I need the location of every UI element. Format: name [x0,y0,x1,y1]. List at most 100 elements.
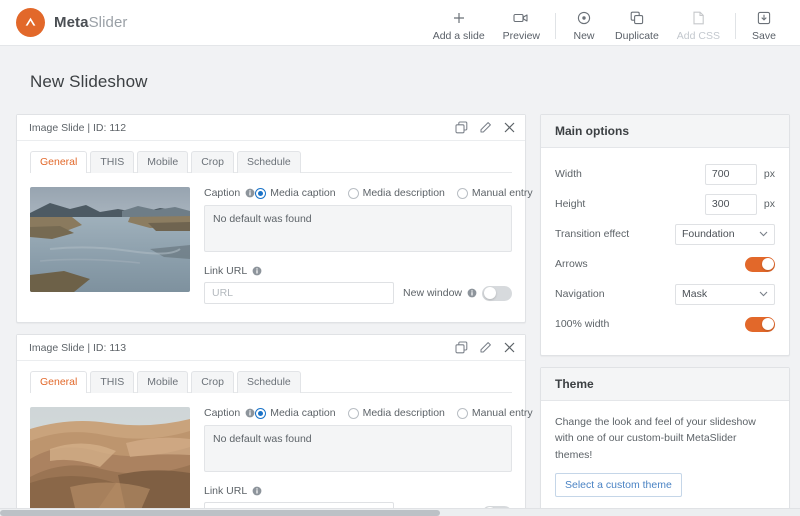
info-icon[interactable] [252,486,262,496]
lake-landscape-thumbnail[interactable] [30,187,190,292]
duplicate-icon[interactable] [455,341,468,354]
new-window-label: New window [403,287,462,299]
tab-this[interactable]: THIS [90,151,135,173]
main-options-body: Width 700 px Height 300 px Transition ef… [541,148,789,355]
arrows-label: Arrows [555,258,588,270]
caption-label-group: Caption [204,187,255,199]
tab-crop[interactable]: Crop [191,371,234,393]
chevron-down-icon [759,288,768,300]
video-camera-icon [513,10,529,27]
tab-mobile[interactable]: Mobile [137,371,189,393]
radio-media-description-label: Media description [362,407,445,419]
caption-label: Caption [204,407,241,419]
caption-row: Caption Media caption Media description … [204,407,533,419]
new-button[interactable]: New [562,10,606,42]
edit-pencil-icon[interactable] [479,341,492,354]
radio-media-description[interactable]: Media description [347,187,445,199]
duplicate-label: Duplicate [615,29,659,42]
width-input[interactable]: 700 [704,163,757,185]
slide-body: Caption Media caption Media description … [17,173,533,322]
brand-name-bold: Meta [54,14,89,31]
slide-header: Image Slide | ID: 113 [17,335,525,361]
link-url-label-group: Link URL [204,265,512,277]
tab-this[interactable]: THIS [90,371,135,393]
scrollbar-thumb[interactable] [0,510,440,516]
arrows-row: Arrows [555,251,775,277]
transition-effect-label: Transition effect [555,228,630,240]
copy-icon [630,10,644,27]
duplicate-icon[interactable] [455,121,468,134]
radio-dot-icon [255,187,267,199]
save-label: Save [752,29,776,42]
radio-dot-icon [347,187,359,199]
slide-fields: Caption Media caption Media description … [204,407,533,516]
link-url-input[interactable]: URL [204,282,395,304]
link-url-label: Link URL [204,485,248,497]
add-a-slide-button[interactable]: Add a slide [424,10,494,42]
radio-media-caption[interactable]: Media caption [255,187,336,199]
caption-source-radios: Media caption Media description Manual e… [255,187,533,199]
radio-media-caption[interactable]: Media caption [255,407,336,419]
navigation-select[interactable]: Mask [675,283,775,305]
radio-manual-entry[interactable]: Manual entry [456,187,533,199]
navigation-label: Navigation [555,288,605,300]
transition-effect-select[interactable]: Foundation [675,223,775,245]
radio-manual-entry[interactable]: Manual entry [456,407,533,419]
radio-media-description[interactable]: Media description [347,407,445,419]
link-url-label-group: Link URL [204,485,512,497]
slide-title: Image Slide | ID: 112 [29,121,127,134]
tab-schedule[interactable]: Schedule [236,371,301,393]
full-width-row: 100% width [555,311,775,337]
info-icon[interactable] [467,288,477,298]
full-width-toggle[interactable] [745,316,775,332]
close-icon[interactable] [503,341,516,354]
arrows-toggle[interactable] [745,256,775,272]
info-icon[interactable] [252,266,262,276]
add-a-slide-label: Add a slide [432,29,485,42]
brand-logo[interactable]: MetaSlider [16,8,128,37]
tab-crop[interactable]: Crop [191,151,234,173]
toolbar-divider-2 [735,12,736,39]
tab-schedule-label: Schedule [246,376,291,388]
height-input[interactable]: 300 [704,193,757,215]
css-document-icon [692,10,705,27]
radio-dot-icon [255,407,267,419]
plus-icon [452,10,466,27]
tab-schedule[interactable]: Schedule [236,151,301,173]
caption-label-group: Caption [204,407,255,419]
radio-manual-entry-label: Manual entry [471,407,533,419]
toolbar-divider-1 [555,12,557,39]
radio-media-description-label: Media description [362,187,445,199]
slide-panel: Image Slide | ID: 113 General THIS Mobil… [16,334,533,516]
chevron-down-icon [759,228,768,240]
brand-name-light: Slider [88,14,128,31]
add-css-button[interactable]: Add CSS [668,10,729,42]
tab-mobile[interactable]: Mobile [137,151,189,173]
edit-pencil-icon[interactable] [479,121,492,134]
info-icon[interactable] [245,188,255,198]
caption-source-radios: Media caption Media description Manual e… [255,407,533,419]
save-button[interactable]: Save [742,10,786,42]
height-row: Height 300 px [555,191,775,217]
close-icon[interactable] [503,121,516,134]
caption-textarea[interactable]: No default was found [204,205,512,252]
slide-fields: Caption Media caption Media description … [204,187,533,304]
slide-tabs: General THIS Mobile Crop Schedule [17,361,525,393]
preview-button[interactable]: Preview [494,10,549,42]
tab-general[interactable]: General [30,151,88,173]
brand-name: MetaSlider [54,14,128,31]
page-title: New Slideshow [30,72,148,91]
top-bar: MetaSlider Add a slide Preview New Dupli… [0,0,800,46]
horizontal-scrollbar[interactable] [0,508,800,516]
new-window-toggle[interactable] [482,285,512,301]
tab-crop-label: Crop [201,376,224,388]
tab-general[interactable]: General [30,371,88,393]
duplicate-button[interactable]: Duplicate [606,10,668,42]
info-icon[interactable] [245,408,255,418]
width-row: Width 700 px [555,161,775,187]
caption-textarea[interactable]: No default was found [204,425,512,472]
slide-body: Caption Media caption Media description … [17,393,533,516]
desert-dunes-thumbnail[interactable] [30,407,190,512]
select-custom-theme-button[interactable]: Select a custom theme [555,472,682,497]
caption-row: Caption Media caption Media description … [204,187,533,199]
